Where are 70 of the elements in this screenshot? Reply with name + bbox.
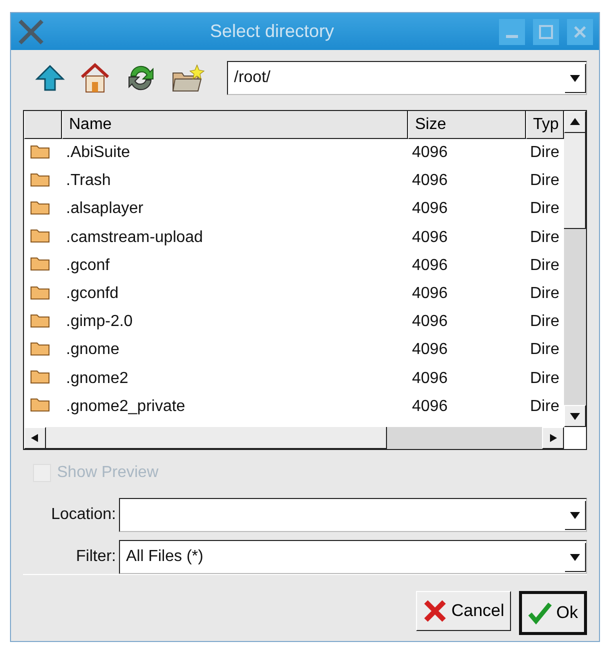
folder-icon [30,142,50,159]
file-size: 4096 [411,285,449,304]
file-size: 4096 [411,370,449,388]
horizontal-scrollbar[interactable] [24,427,564,449]
file-name[interactable]: .AbiSuite [62,144,408,162]
cancel-button[interactable]: Cancel [416,591,512,631]
scroll-up-icon [569,117,581,127]
vertical-scrollbar[interactable] [564,111,586,427]
folder-icon [30,312,50,328]
file-name[interactable]: .Trash [62,172,408,190]
close-icon [423,599,448,623]
file-size: 4096 [411,341,449,360]
filter-label: Filter: [75,548,117,566]
file-type: Dire [529,313,560,332]
column-header[interactable]: Typ [526,111,564,139]
folder-icon [30,340,50,356]
folder-icon [30,198,50,215]
file-type: Dire [529,398,560,416]
file-size: 4096 [411,200,449,218]
dropdown-arrow-icon [569,72,581,82]
file-size: 4096 [411,256,449,275]
file-size: 4096 [411,313,449,332]
scroll-left-icon [29,433,41,443]
dropdown-arrow-icon [569,510,581,520]
x-logo-icon [17,18,45,46]
file-name[interactable]: .gnome [62,341,408,360]
file-name[interactable]: .gconf [62,256,408,275]
file-type: Dire [529,370,560,388]
file-size: 4096 [411,172,449,190]
file-type: Dire [529,285,560,304]
file-size: 4096 [411,398,449,416]
folder-icon [30,396,50,412]
folder-icon [30,170,50,187]
home-icon[interactable] [79,62,111,94]
folder-icon [30,284,50,300]
file-type: Dire [529,172,560,190]
minimize-icon [506,35,518,38]
folder-icon [30,255,50,272]
location-label: Location: [50,506,117,524]
column-header[interactable] [24,111,62,139]
file-name[interactable]: .alsaplayer [62,200,408,218]
new-folder-icon[interactable] [171,63,205,93]
window-title: Select directory [208,21,336,42]
file-name[interactable]: .camstream-upload [62,228,408,247]
file-type: Dire [529,256,560,275]
file-size: 4096 [411,144,449,162]
folder-icon [30,227,50,244]
maximize-icon [539,24,553,38]
file-size: 4096 [411,228,449,247]
file-name[interactable]: .gimp-2.0 [62,313,408,332]
ok-button[interactable]: Ok [519,591,587,635]
file-type: Dire [529,200,560,218]
scroll-right-icon [547,433,559,443]
file-type: Dire [529,228,560,247]
file-name[interactable]: .gnome2_private [62,398,408,416]
column-header[interactable]: Name [62,111,408,139]
path-combo[interactable]: /root/ [227,61,587,95]
up-arrow-icon[interactable] [35,64,65,92]
file-type: Dire [529,144,560,162]
location-field[interactable] [119,498,587,532]
dropdown-arrow-icon [569,552,581,562]
column-header[interactable]: Size [408,111,526,139]
filter-combo[interactable]: All Files (*) [119,540,587,574]
file-name[interactable]: .gconfd [62,285,408,304]
checkmark-icon [528,601,552,625]
scroll-down-icon [569,411,581,421]
file-type: Dire [529,341,560,360]
close-icon [573,24,587,38]
file-name[interactable]: .gnome2 [62,370,408,388]
folder-icon [30,368,50,384]
